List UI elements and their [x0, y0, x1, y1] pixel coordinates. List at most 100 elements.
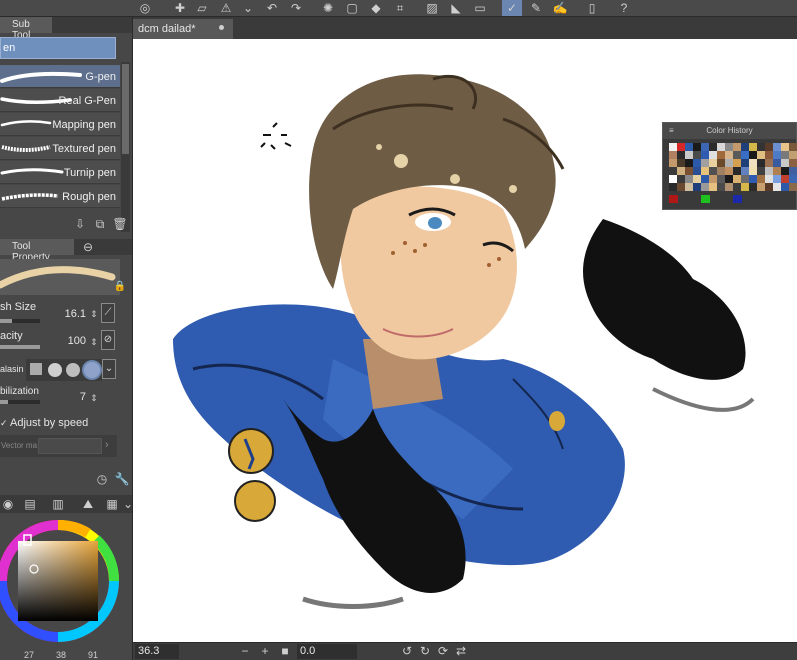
color-swatch[interactable]: [789, 159, 797, 167]
brush-size-tab-icon[interactable]: ⊖: [80, 239, 96, 255]
zoom-field[interactable]: 36.3: [135, 644, 179, 659]
brush-item-rough-pen[interactable]: Rough pen: [0, 185, 120, 208]
intermediate-color-tab-icon[interactable]: ▥: [50, 496, 66, 512]
flip-icon[interactable]: ⇄: [453, 643, 469, 659]
opacity-lock-icon[interactable]: ⊘: [101, 330, 115, 350]
brush-item-g-pen[interactable]: G-pen: [0, 65, 120, 88]
new-file-icon[interactable]: ✚: [170, 0, 190, 16]
zoom-in-icon[interactable]: +: [257, 643, 273, 659]
import-icon[interactable]: ⇩: [72, 216, 88, 232]
sub-tool-scrollbar[interactable]: [121, 62, 130, 232]
snap-to-ruler-icon[interactable]: ✓: [502, 0, 522, 16]
antialias-mid-option[interactable]: [66, 363, 80, 377]
chevron-down-icon[interactable]: ⌄: [102, 359, 116, 379]
recent-color-swatch[interactable]: [669, 195, 678, 203]
chevron-right-icon[interactable]: ›: [105, 439, 109, 451]
approximate-color-tab-icon[interactable]: ⛰: [80, 496, 96, 512]
stepper-icon[interactable]: ⇕: [86, 334, 102, 350]
clear-selection-icon[interactable]: ▢: [342, 0, 362, 16]
brush-preview: [0, 259, 120, 295]
brush-size-slider[interactable]: [0, 319, 40, 323]
duplicate-icon[interactable]: ⧉: [92, 216, 108, 232]
brush-size-label: sh Size: [0, 301, 37, 313]
redo-icon[interactable]: ↷: [286, 0, 306, 16]
brush-preview-stroke: [0, 266, 116, 289]
color-readout: 27 38 91: [0, 650, 132, 660]
brush-item-textured-pen[interactable]: Textured pen: [0, 137, 120, 160]
warning-icon[interactable]: ⚠: [216, 0, 236, 16]
brush-stroke-preview: [0, 120, 52, 127]
check-icon[interactable]: ✓: [0, 418, 8, 428]
color-wheel-tab-icon[interactable]: ◉: [0, 496, 16, 512]
menu-icon[interactable]: ≡: [669, 123, 674, 139]
color-swatch[interactable]: [789, 183, 797, 191]
fill-icon[interactable]: ◆: [366, 0, 386, 16]
wrench-icon[interactable]: 🔧: [114, 471, 130, 487]
rotation-value: 0.0: [300, 645, 316, 657]
fit-icon[interactable]: ■: [277, 643, 293, 659]
scrollbar-thumb[interactable]: [122, 64, 129, 154]
color-swatch[interactable]: [789, 143, 797, 151]
color-set-tab-icon[interactable]: ▤: [22, 496, 38, 512]
vector-magnet-options[interactable]: [38, 438, 102, 454]
brush-item-turnip-pen[interactable]: Turnip pen: [0, 161, 120, 184]
app-logo-icon[interactable]: ◎: [135, 0, 155, 16]
tablet-icon[interactable]: ▯: [582, 0, 602, 16]
readout-value: 27: [24, 650, 35, 660]
brush-item-real-g-pen[interactable]: Real G-Pen: [0, 89, 120, 112]
vector-magnet-label: Vector ma: [1, 441, 38, 450]
triangle-icon[interactable]: ◣: [446, 0, 466, 16]
zoom-out-icon[interactable]: −: [237, 643, 253, 659]
command-bar: ◎ ✚ ▱ ⚠ ⌄ ↶ ↷ ✺ ▢ ◆ ⌗ ▨ ◣ ▭ ✓ ✎ ✍ ▯ ?: [0, 0, 797, 17]
brush-stroke-preview: [1, 145, 51, 152]
clock-icon[interactable]: ◷: [94, 471, 110, 487]
glove-shadow: [302, 596, 404, 609]
undo-icon[interactable]: ↶: [262, 0, 282, 16]
open-file-icon[interactable]: ▱: [192, 0, 212, 16]
rotation-field[interactable]: 0.0: [297, 644, 357, 659]
sub-tool-group-button[interactable]: en: [0, 37, 116, 59]
adjust-by-speed-row[interactable]: ✓ Adjust by speed: [0, 417, 88, 429]
rotate-right-icon[interactable]: ↻: [417, 643, 433, 659]
hatch-icon[interactable]: ▨: [422, 0, 442, 16]
stepper-icon[interactable]: ⇕: [86, 390, 102, 406]
brush-label: Mapping pen: [52, 119, 116, 131]
pressure-toggle-icon[interactable]: ⟋: [101, 303, 115, 323]
opacity-slider[interactable]: [0, 345, 40, 349]
reset-rotation-icon[interactable]: ⟳: [435, 643, 451, 659]
opacity-value[interactable]: 100: [40, 335, 86, 347]
recent-color-swatch[interactable]: [701, 195, 710, 203]
chevron-down-icon[interactable]: ⌄: [120, 496, 132, 512]
crop-icon[interactable]: ⌗: [390, 0, 410, 16]
recent-color-swatch[interactable]: [733, 195, 742, 203]
stabilization-slider[interactable]: [0, 400, 40, 404]
loading-icon[interactable]: ✺: [318, 0, 338, 16]
stabilization-value[interactable]: 7: [40, 391, 86, 403]
color-slider-tab-icon[interactable]: ▦: [104, 496, 120, 512]
brush-size-value[interactable]: 16.1: [40, 308, 86, 320]
rotate-left-icon[interactable]: ↺: [399, 643, 415, 659]
tab-tool-property[interactable]: Tool Property: [0, 239, 74, 263]
document-tab-title: dcm dailad*: [138, 23, 196, 35]
antialias-label: alasin: [0, 364, 24, 374]
brush-icon[interactable]: ✎: [526, 0, 546, 16]
stepper-icon[interactable]: ⇕: [86, 306, 102, 322]
color-swatch[interactable]: [789, 175, 797, 183]
frame-icon[interactable]: ▭: [470, 0, 490, 16]
antialias-strong-option[interactable]: [84, 362, 100, 378]
pen-icon[interactable]: ✍: [550, 0, 570, 16]
brush-item-mapping-pen[interactable]: Mapping pen: [0, 113, 120, 136]
color-swatch[interactable]: [789, 151, 797, 159]
close-tab-icon[interactable]: [219, 25, 224, 30]
delete-icon[interactable]: 🗑: [112, 216, 128, 232]
document-tab[interactable]: dcm dailad*: [133, 19, 233, 39]
chevron-down-icon[interactable]: ⌄: [238, 0, 258, 16]
antialias-weak-option[interactable]: [48, 363, 62, 377]
glove-shadow: [652, 387, 755, 412]
antialias-none-option[interactable]: [30, 363, 42, 375]
color-swatch[interactable]: [789, 167, 797, 175]
help-icon[interactable]: ?: [614, 0, 634, 16]
tab-sub-tool[interactable]: Sub Tool: [0, 17, 52, 41]
lock-icon[interactable]: 🔒: [112, 279, 128, 295]
color-wheel[interactable]: [0, 515, 122, 645]
